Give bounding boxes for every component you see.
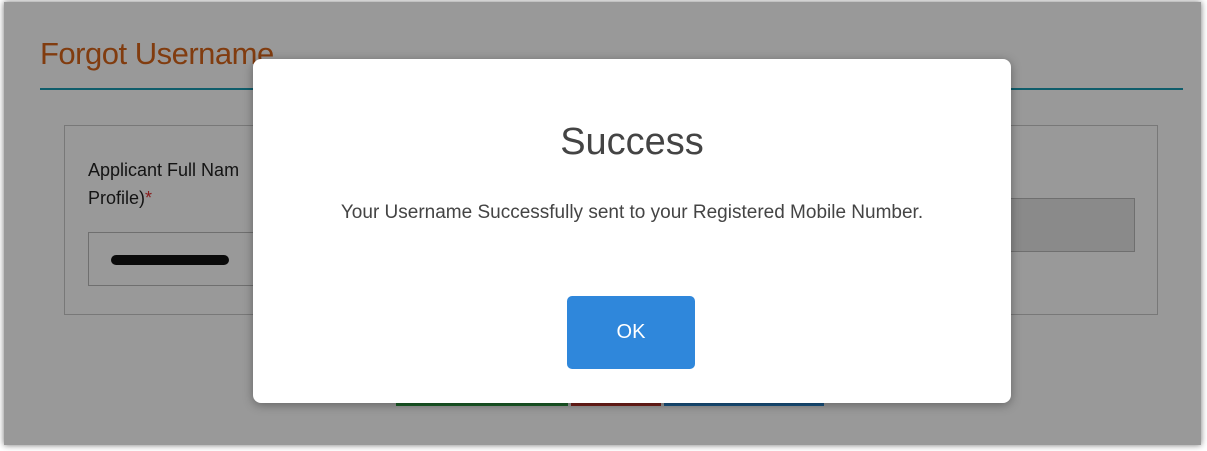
dialog-title: Success bbox=[560, 121, 704, 163]
ok-button[interactable]: OK bbox=[567, 296, 695, 369]
success-dialog: Success Your Username Successfully sent … bbox=[253, 59, 1011, 403]
screenshot-frame: Forgot Username Applicant Full Nam Profi… bbox=[4, 2, 1201, 445]
dialog-message: Your Username Successfully sent to your … bbox=[340, 202, 924, 223]
